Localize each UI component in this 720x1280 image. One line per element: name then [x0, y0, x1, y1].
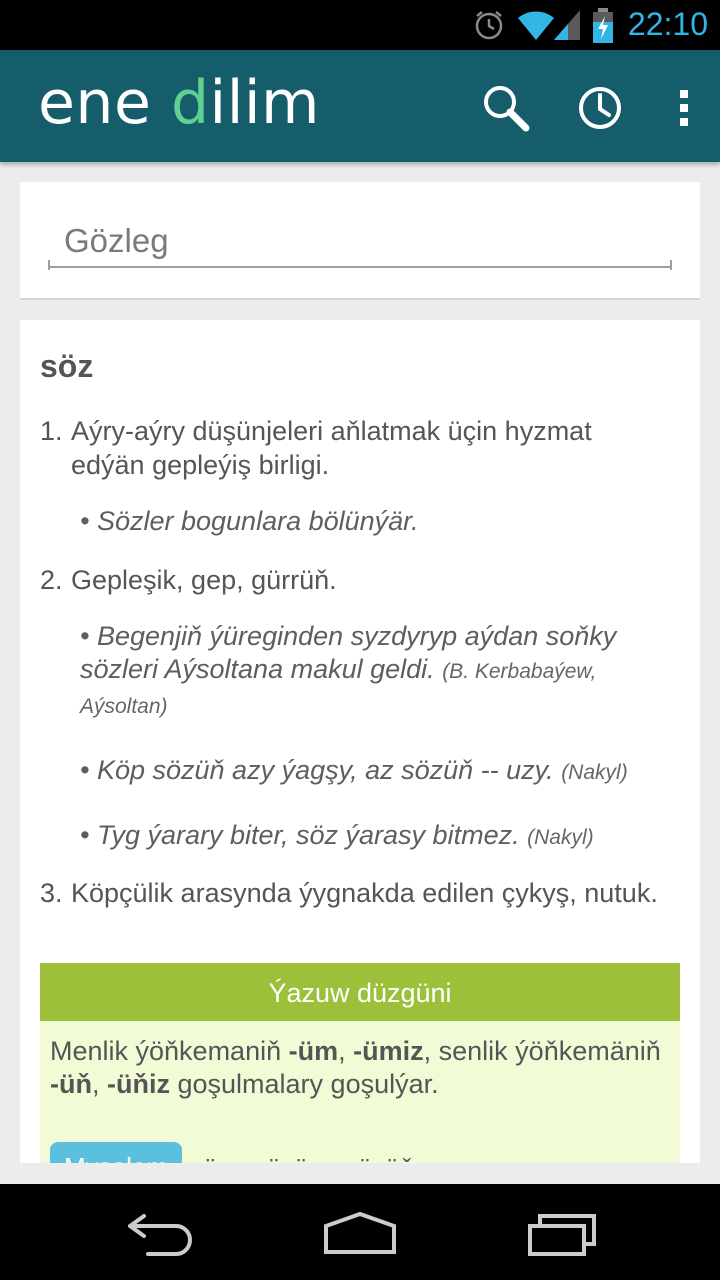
headword: söz — [40, 348, 94, 384]
rule-suffix: -üňiz — [107, 1069, 170, 1099]
definition-card: söz 1. Aýry-aýry düşünjeleri aňlatmak üç… — [20, 320, 700, 1163]
rule-example-text: söz - sözüm, sözüň — [190, 1153, 414, 1163]
sense-3: 3. Köpçülik arasynda ýygnakda edilen çyk… — [40, 876, 660, 910]
sense-text: Aýry-aýry düşünjeleri aňlatmak üçin hyzm… — [71, 416, 592, 480]
recents-icon[interactable] — [520, 1208, 600, 1258]
back-icon[interactable] — [120, 1208, 200, 1258]
app-bar: ene dilim — [0, 50, 720, 162]
sense-text: Köpçülik arasynda ýygnakda edilen çykyş,… — [71, 878, 658, 908]
example-text: • Tyg ýarary biter, söz ýarasy bitmez. — [80, 820, 520, 850]
logo-suffix: ilim — [209, 68, 320, 138]
rule-suffix: -ümiz — [353, 1036, 424, 1066]
rule-suffix: -üň — [50, 1069, 92, 1099]
logo-prefix: ene — [38, 68, 171, 138]
wifi-icon — [518, 11, 554, 40]
logo-accent: d — [170, 68, 210, 138]
clock-time: 22:10 — [627, 6, 708, 42]
sense-1: 1. Aýry-aýry düşünjeleri aňlatmak üçin h… — [40, 414, 660, 482]
app-logo: ene dilim — [38, 68, 320, 138]
rule-text-part: goşulmalary goşulýar. — [169, 1069, 439, 1099]
spelling-rule-body: Menlik ýöňkemaniň -üm, -ümiz, senlik ýöň… — [40, 1021, 680, 1163]
example: • Köp sözüň azy ýagşy, az sözüň -- uzy. … — [80, 754, 660, 789]
example-source: (Nakyl) — [561, 761, 628, 784]
search-icon[interactable] — [478, 80, 534, 136]
history-icon[interactable] — [572, 80, 628, 136]
alarm-icon — [475, 11, 503, 40]
overflow-menu-icon[interactable] — [656, 80, 712, 136]
battery-charging-icon — [593, 8, 613, 43]
sense-number: 2. — [40, 565, 63, 595]
navigation-bar — [0, 1184, 720, 1280]
example: • Sözler bogunlara bölünýär. — [80, 505, 660, 538]
search-underline-right-tick — [670, 260, 672, 270]
sense-number: 3. — [40, 878, 63, 908]
home-icon[interactable] — [320, 1208, 400, 1258]
sense-text: Gepleşik, gep, gürrüň. — [71, 565, 337, 595]
signal-icon — [554, 10, 580, 40]
example-chip: Mysalam — [50, 1142, 183, 1163]
example: • Begenjiň ýüreginden syzdyryp aýdan soň… — [80, 620, 660, 723]
search-input[interactable] — [48, 220, 672, 268]
search-card — [20, 182, 700, 300]
example: • Tyg ýarary biter, söz ýarasy bitmez. (… — [80, 819, 660, 854]
spelling-rule-text: Menlik ýöňkemaniň -üm, -ümiz, senlik ýöň… — [50, 1035, 670, 1101]
sense-2: 2. Gepleşik, gep, gürrüň. — [40, 563, 660, 597]
rule-text-part: , — [91, 1069, 107, 1099]
rule-text-part: Menlik ýöňkemaniň — [50, 1036, 289, 1066]
status-bar: 22:10 — [0, 0, 720, 50]
rule-suffix: -üm — [288, 1036, 339, 1066]
spelling-rule-header: Ýazuw düzgüni — [40, 963, 680, 1021]
example-text: • Köp sözüň azy ýagşy, az sözüň -- uzy. — [80, 755, 554, 785]
search-underline-left-tick — [48, 260, 50, 270]
rule-text-part: , — [338, 1036, 354, 1066]
rule-text-part: , senlik ýöňkemäniň — [423, 1036, 661, 1066]
example-text: • Sözler bogunlara bölünýär. — [80, 506, 419, 536]
sense-number: 1. — [40, 416, 63, 446]
example-source: (Nakyl) — [527, 826, 594, 849]
